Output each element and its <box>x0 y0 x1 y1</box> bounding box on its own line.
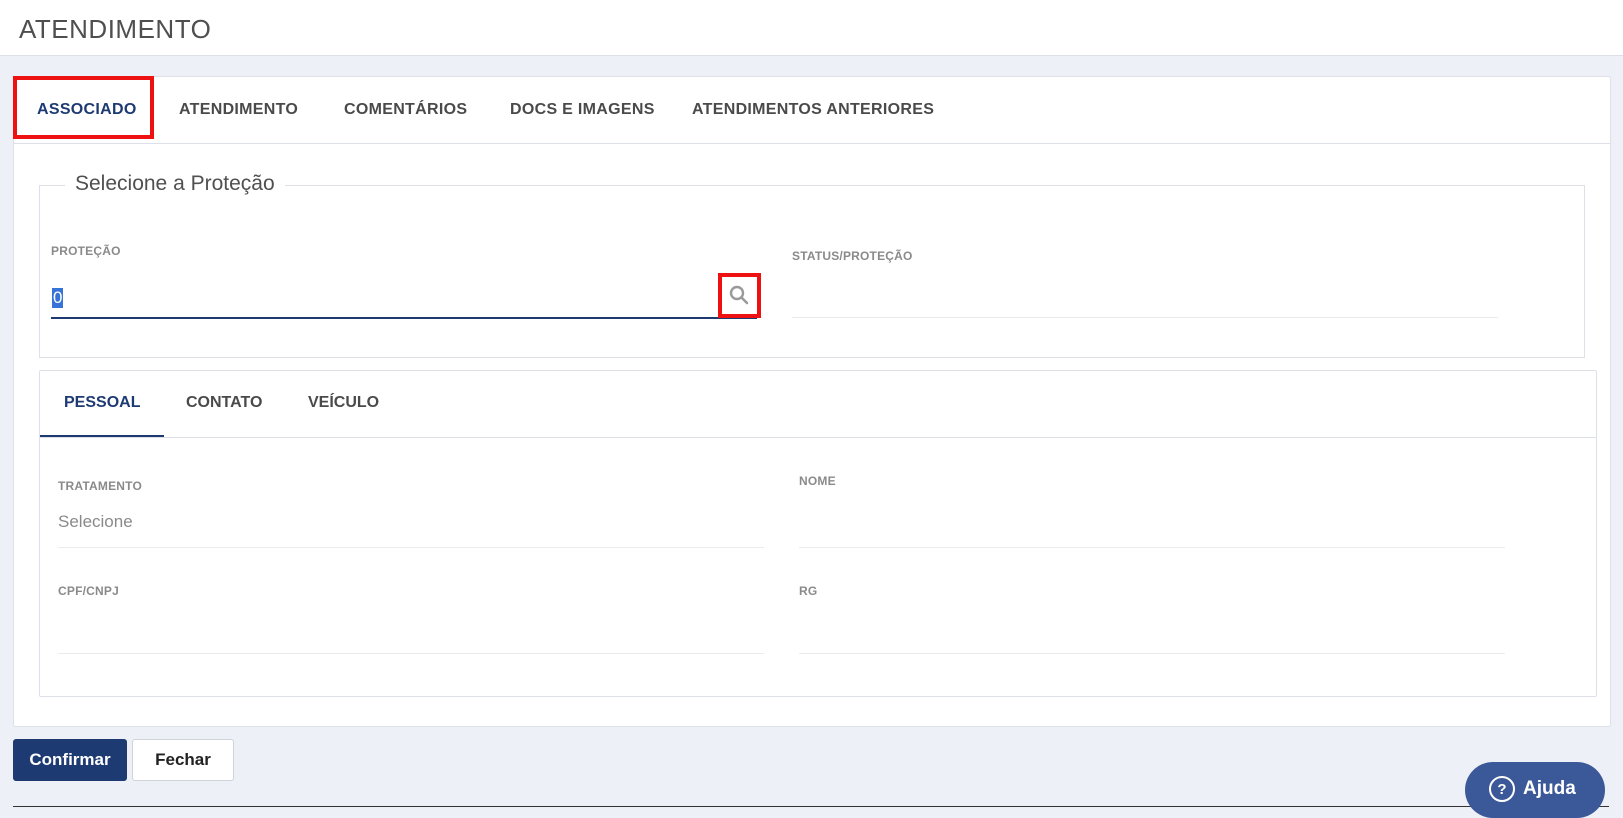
protection-legend: Selecione a Proteção <box>65 172 285 196</box>
page-header: ATENDIMENTO <box>0 0 1623 56</box>
nome-field[interactable] <box>799 547 1505 548</box>
tratamento-underline <box>58 547 764 548</box>
protecao-underline <box>51 317 757 319</box>
nome-label: NOME <box>799 474 836 488</box>
help-label: Ajuda <box>1523 778 1576 799</box>
protection-fieldset: Selecione a Proteção PROTEÇÃO 0 STATUS/P… <box>39 172 1585 358</box>
tratamento-label: TRATAMENTO <box>58 479 142 493</box>
tab-atendimentos-anteriores[interactable]: ATENDIMENTOS ANTERIORES <box>692 77 934 143</box>
main-card: ASSOCIADO ATENDIMENTO COMENTÁRIOS DOCS E… <box>13 76 1611 727</box>
question-circle-icon: ? <box>1489 776 1515 802</box>
bottom-divider <box>13 806 1609 807</box>
sub-tab-contato[interactable]: CONTATO <box>186 371 262 435</box>
tab-comentarios[interactable]: COMENTÁRIOS <box>344 77 467 143</box>
cpf-cnpj-label: CPF/CNPJ <box>58 584 119 598</box>
rg-field[interactable] <box>799 653 1505 654</box>
close-button[interactable]: Fechar <box>132 739 234 781</box>
protecao-input[interactable]: 0 <box>52 288 64 308</box>
status-protecao-field[interactable] <box>792 317 1498 318</box>
protecao-label: PROTEÇÃO <box>51 244 121 258</box>
confirm-button[interactable]: Confirmar <box>13 739 127 781</box>
status-protecao-label: STATUS/PROTEÇÃO <box>792 249 913 263</box>
protecao-search-button[interactable] <box>719 274 759 316</box>
sub-tabs: PESSOAL CONTATO VEÍCULO <box>40 371 1596 438</box>
search-icon <box>729 285 749 305</box>
top-tabs: ASSOCIADO ATENDIMENTO COMENTÁRIOS DOCS E… <box>13 76 1610 144</box>
rg-label: RG <box>799 584 818 598</box>
cpf-cnpj-field[interactable] <box>58 653 764 654</box>
tratamento-select[interactable]: Selecione <box>58 512 133 532</box>
tab-associado[interactable]: ASSOCIADO <box>37 77 137 143</box>
tab-docs-e-imagens[interactable]: DOCS E IMAGENS <box>510 77 655 143</box>
help-button[interactable]: ? Ajuda <box>1465 762 1605 818</box>
tab-atendimento[interactable]: ATENDIMENTO <box>179 77 298 143</box>
page-title: ATENDIMENTO <box>19 14 212 44</box>
personal-data-card: PESSOAL CONTATO VEÍCULO TRATAMENTO Selec… <box>39 370 1597 697</box>
sub-tab-pessoal[interactable]: PESSOAL <box>40 371 165 437</box>
sub-tab-veiculo[interactable]: VEÍCULO <box>308 371 379 435</box>
